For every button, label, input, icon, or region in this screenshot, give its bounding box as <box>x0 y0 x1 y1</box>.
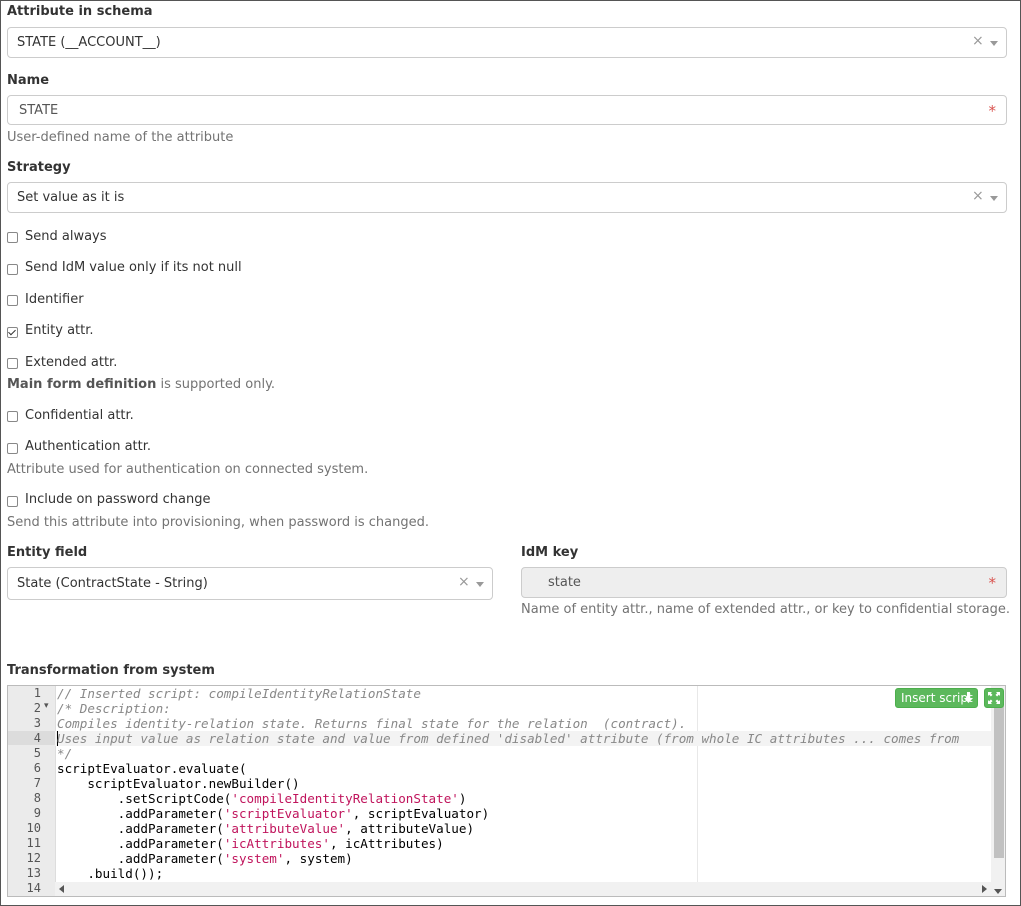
supported-only-text: is supported only. <box>156 377 276 392</box>
code-line-1: // Inserted script: compileIdentityRelat… <box>57 686 421 701</box>
code-line-11: .addParameter('icAttributes', icAttribut… <box>57 836 444 851</box>
extended-attr-label[interactable]: Extended attr. <box>25 355 117 370</box>
strategy-select[interactable]: Set value as it is × <box>7 182 1007 213</box>
clear-icon[interactable]: × <box>972 188 984 204</box>
line-number-active: 4 <box>8 731 55 745</box>
scroll-left-icon[interactable] <box>59 885 64 893</box>
code-line-13: .build()); <box>57 866 164 881</box>
line-number: 5 <box>33 746 41 760</box>
extended-attr-checkbox[interactable] <box>7 358 18 369</box>
name-input[interactable]: STATE * <box>7 95 1007 125</box>
include-password-checkbox[interactable] <box>7 496 18 507</box>
attribute-in-schema-label: Attribute in schema <box>7 4 153 19</box>
idm-key-input[interactable]: state * <box>521 567 1007 598</box>
line-number: 10 <box>26 821 41 835</box>
chevron-down-icon[interactable] <box>990 196 998 201</box>
code-line-7: scriptEvaluator.newBuilder() <box>57 776 300 791</box>
code-line-2: /* Description: <box>57 701 171 716</box>
code-line-5: */ <box>57 746 73 761</box>
identifier-checkbox[interactable] <box>7 295 18 306</box>
line-number: 9 <box>33 806 41 820</box>
strategy-label: Strategy <box>7 160 71 175</box>
line-number: 8 <box>33 791 41 805</box>
send-idm-value-label[interactable]: Send IdM value only if its not null <box>25 260 242 275</box>
line-number: 3 <box>33 716 41 730</box>
insert-script-button[interactable]: Insert script <box>895 688 978 708</box>
authentication-attr-checkbox[interactable] <box>7 443 18 454</box>
code-line-10: .addParameter('attributeValue', attribut… <box>57 821 475 836</box>
main-form-definition-text: Main form definition <box>7 377 157 392</box>
send-always-checkbox[interactable] <box>7 232 18 243</box>
required-marker: * <box>988 574 997 592</box>
code-line-6: scriptEvaluator.evaluate( <box>57 761 247 776</box>
chevron-down-icon[interactable] <box>476 582 484 587</box>
name-value: STATE <box>19 103 59 118</box>
send-always-label[interactable]: Send always <box>25 229 107 244</box>
authentication-attr-label[interactable]: Authentication attr. <box>25 439 151 454</box>
code-line-9: .addParameter('scriptEvaluator', scriptE… <box>57 806 490 821</box>
transformation-label: Transformation from system <box>7 663 215 678</box>
name-help-text: User-defined name of the attribute <box>7 130 234 145</box>
scroll-right-icon[interactable] <box>982 885 987 893</box>
required-marker: * <box>988 102 997 120</box>
expand-icon <box>988 692 1000 704</box>
line-number: 7 <box>33 776 41 790</box>
idm-key-label: IdM key <box>521 545 579 560</box>
extended-attr-help: Main form definition is supported only. <box>7 377 275 392</box>
fullscreen-button[interactable] <box>984 688 1004 708</box>
code-line-12: .addParameter('system', system) <box>57 851 353 866</box>
entity-field-label: Entity field <box>7 545 88 560</box>
entity-field-value: State (ContractState - String) <box>17 576 208 591</box>
confidential-attr-label[interactable]: Confidential attr. <box>25 408 134 423</box>
line-number: 1 <box>33 686 41 700</box>
horizontal-scrollbar[interactable] <box>55 882 991 896</box>
fold-arrow-icon[interactable]: ▾ <box>44 701 49 711</box>
password-help-text: Send this attribute into provisioning, w… <box>7 515 429 530</box>
code-line-8: .setScriptCode('compileIdentityRelationS… <box>57 791 467 806</box>
line-number: 13 <box>26 866 41 880</box>
send-idm-value-checkbox[interactable] <box>7 264 18 275</box>
strategy-value: Set value as it is <box>17 190 125 205</box>
confidential-attr-checkbox[interactable] <box>7 411 18 422</box>
clear-icon[interactable]: × <box>972 33 984 49</box>
line-number: 11 <box>26 836 41 850</box>
identifier-label[interactable]: Identifier <box>25 292 84 307</box>
chevron-down-icon[interactable] <box>990 41 998 46</box>
name-label: Name <box>7 73 50 88</box>
entity-attr-label[interactable]: Entity attr. <box>25 323 94 338</box>
idm-key-help-text: Name of entity attr., name of extended a… <box>521 602 1010 617</box>
print-margin <box>697 686 698 896</box>
line-number: 12 <box>26 851 41 865</box>
script-editor[interactable]: 1 2 ▾ 3 4 5 6 7 8 9 10 11 12 13 14 // In… <box>7 685 1006 897</box>
attribute-in-schema-select[interactable]: STATE (__ACCOUNT__) × <box>7 27 1007 58</box>
clear-icon[interactable]: × <box>458 574 470 590</box>
line-number: 6 <box>33 761 41 775</box>
code-line-3: Compiles identity-relation state. Return… <box>57 716 687 731</box>
entity-attr-checkbox[interactable] <box>7 327 18 338</box>
include-password-label[interactable]: Include on password change <box>25 492 210 507</box>
code-line-4: Uses input value as relation state and v… <box>57 731 960 746</box>
vertical-scrollbar[interactable] <box>991 686 1005 896</box>
insert-script-label: Insert script <box>901 691 973 705</box>
editor-gutter: 1 2 ▾ 3 4 5 6 7 8 9 10 11 12 13 14 <box>8 686 56 896</box>
idm-key-value: state <box>548 575 581 590</box>
entity-field-select[interactable]: State (ContractState - String) × <box>7 567 493 600</box>
scroll-down-icon[interactable] <box>994 889 1002 894</box>
scrollbar-thumb[interactable] <box>994 706 1004 858</box>
authentication-help-text: Attribute used for authentication on con… <box>7 462 369 477</box>
line-number: 2 <box>33 701 41 715</box>
attribute-in-schema-value: STATE (__ACCOUNT__) <box>17 35 161 50</box>
line-number: 14 <box>26 881 41 895</box>
arrow-down-icon <box>964 692 973 703</box>
